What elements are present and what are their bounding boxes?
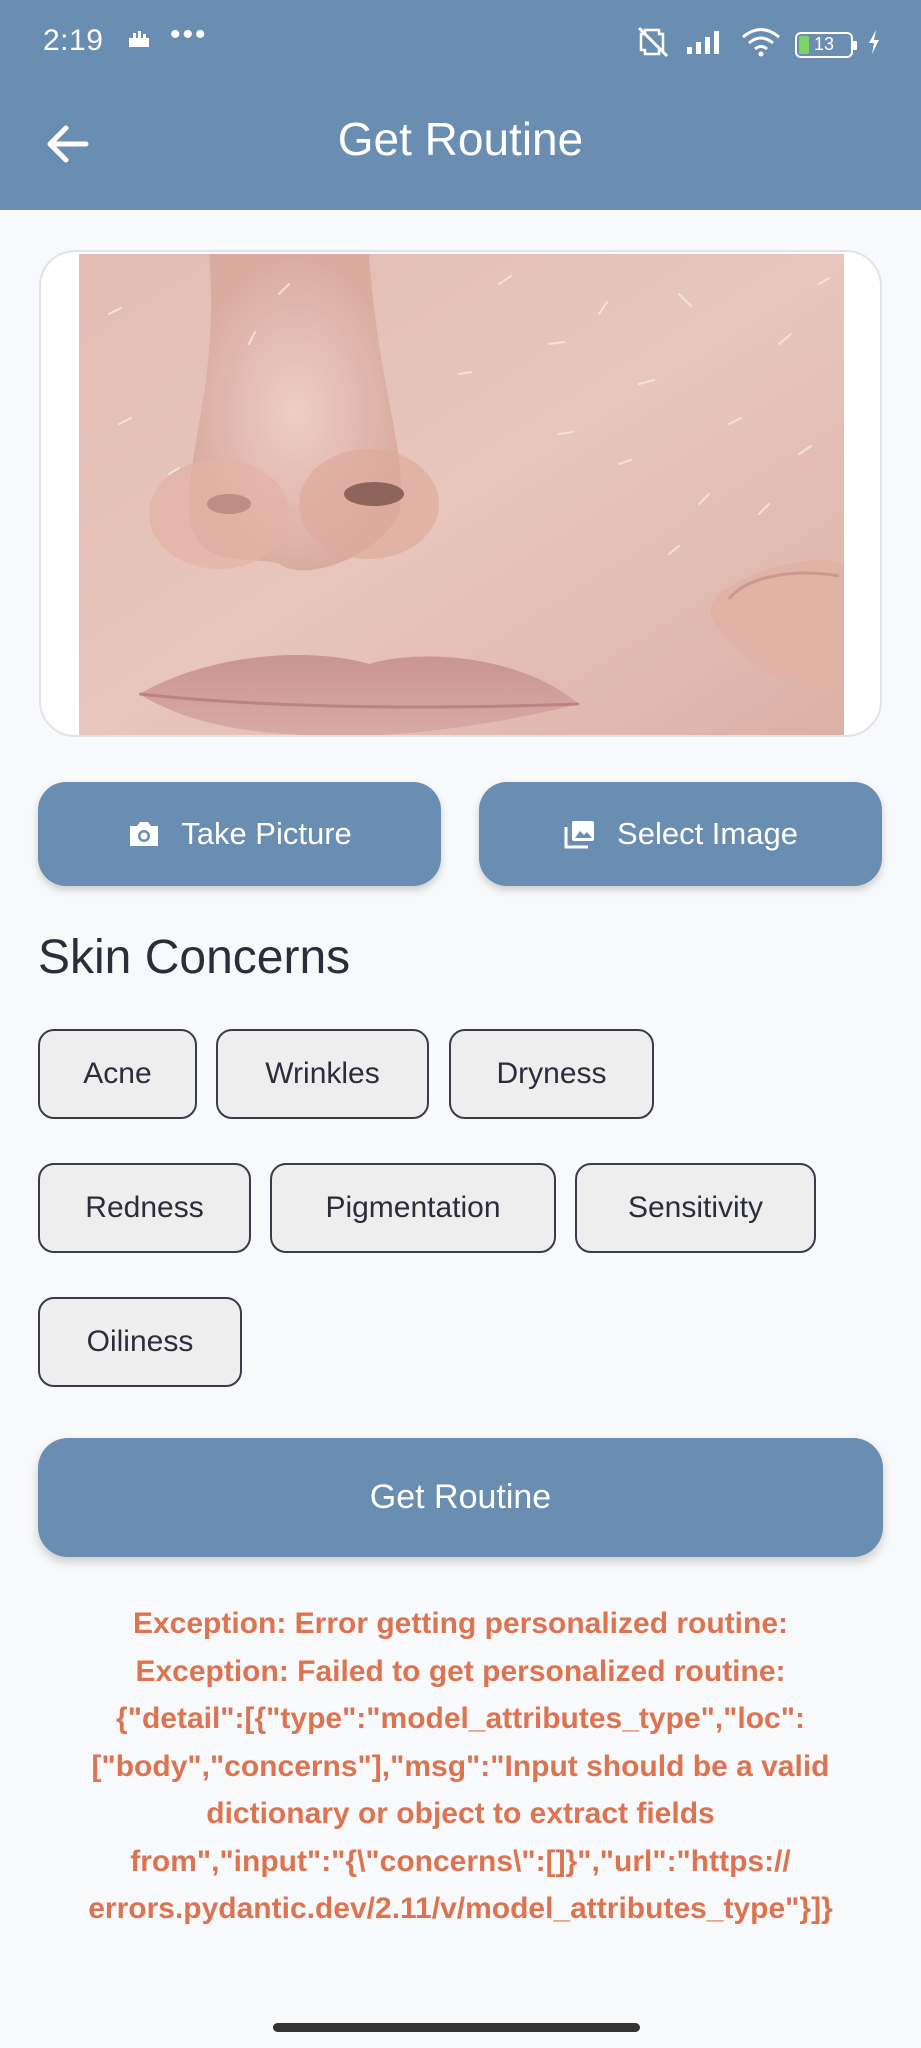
error-line: errors.pydantic.dev/2.11/v/model_attribu…	[88, 1892, 833, 1925]
page-title: Get Routine	[337, 113, 584, 165]
error-line: Exception: Error getting personalized ro…	[132, 1607, 789, 1640]
skin-photo	[79, 254, 844, 735]
signal-icon	[685, 29, 727, 60]
take-picture-label: Take Picture	[181, 816, 352, 851]
chip-acne[interactable]: Acne	[38, 1029, 197, 1119]
charging-icon	[867, 29, 881, 60]
get-routine-label: Get Routine	[369, 1478, 552, 1516]
battery-icon: 13	[795, 31, 857, 58]
select-image-label: Select Image	[617, 816, 798, 851]
mute-icon	[635, 26, 671, 63]
system-icons: 13	[635, 26, 881, 63]
chip-dryness[interactable]: Dryness	[449, 1029, 654, 1119]
error-line: dictionary or object to extract fields	[206, 1797, 715, 1830]
take-picture-button[interactable]: Take Picture	[38, 782, 441, 886]
error-message: Exception: Error getting personalized ro…	[20, 1600, 901, 1933]
camera-icon	[130, 822, 159, 846]
error-line: {"detail":[{"type":"model_attributes_typ…	[116, 1702, 805, 1735]
get-routine-button[interactable]: Get Routine	[38, 1438, 883, 1557]
error-line: from","input":"{\"concerns\":[]}","url":…	[130, 1844, 791, 1878]
chip-pigmentation[interactable]: Pigmentation	[270, 1163, 556, 1253]
status-bar: 2:19 ••• 13	[0, 0, 921, 86]
select-image-button[interactable]: Select Image	[479, 782, 882, 886]
image-preview	[39, 250, 882, 737]
more-notifications-icon: •••	[170, 18, 208, 51]
notification-icon	[128, 30, 150, 53]
chip-wrinkles[interactable]: Wrinkles	[216, 1029, 429, 1119]
skin-concerns-title: Skin Concerns	[38, 931, 351, 984]
error-line: Exception: Failed to get personalized ro…	[135, 1654, 786, 1688]
wifi-icon	[741, 27, 781, 62]
error-line: ["body","concerns"],"msg":"Input should …	[91, 1749, 830, 1783]
battery-level: 13	[813, 34, 835, 54]
app-bar: 2:19 ••• 13 Get Routine	[0, 0, 921, 210]
chip-oiliness[interactable]: Oiliness	[38, 1297, 242, 1387]
image-gallery-icon	[564, 821, 595, 849]
status-time: 2:19	[43, 24, 104, 57]
home-indicator[interactable]	[273, 2023, 640, 2032]
chip-sensitivity[interactable]: Sensitivity	[575, 1163, 816, 1253]
chip-redness[interactable]: Redness	[38, 1163, 251, 1253]
